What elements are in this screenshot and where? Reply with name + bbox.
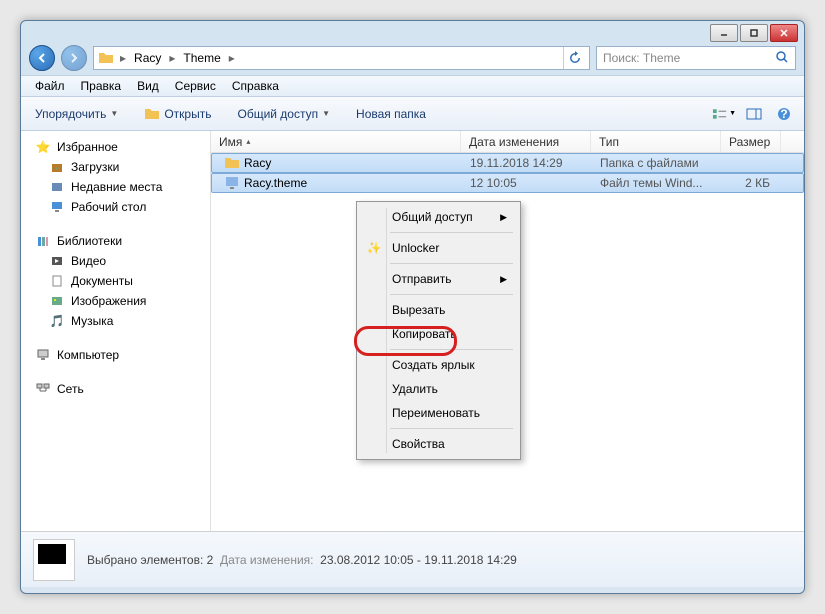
chevron-right-icon: ▸ [167, 51, 177, 65]
document-icon [49, 273, 65, 289]
context-delete[interactable]: Удалить [360, 377, 517, 401]
sidebar-computer[interactable]: Компьютер [21, 345, 210, 365]
menu-separator [390, 263, 513, 264]
menu-service[interactable]: Сервис [167, 77, 224, 95]
download-icon [49, 159, 65, 175]
breadcrumb: Racy ▸ Theme ▸ [128, 49, 237, 67]
share-button[interactable]: Общий доступ▼ [231, 104, 336, 124]
menu-separator [390, 294, 513, 295]
menu-bar: Файл Правка Вид Сервис Справка [21, 75, 804, 97]
sidebar-libraries[interactable]: Библиотеки [21, 231, 210, 251]
help-button[interactable]: ? [772, 104, 796, 124]
chevron-right-icon: ▸ [227, 51, 237, 65]
library-icon [35, 233, 51, 249]
sidebar-music[interactable]: 🎵Музыка [21, 311, 210, 331]
sidebar-video[interactable]: Видео [21, 251, 210, 271]
sidebar-pictures[interactable]: Изображения [21, 291, 210, 311]
file-row[interactable]: Racy.theme 12 10:05 Файл темы Wind... 2 … [211, 173, 804, 193]
sort-indicator-icon: ▴ [246, 137, 250, 146]
file-row[interactable]: Racy 19.11.2018 14:29 Папка с файлами [211, 153, 804, 173]
maximize-button[interactable] [740, 24, 768, 42]
breadcrumb-theme[interactable]: Theme [177, 49, 226, 67]
context-copy[interactable]: Копировать [360, 322, 517, 346]
column-date[interactable]: Дата изменения [461, 131, 591, 152]
minimize-button[interactable] [710, 24, 738, 42]
context-properties[interactable]: Свойства [360, 432, 517, 456]
search-input[interactable]: Поиск: Theme [596, 46, 796, 70]
desktop-icon [49, 199, 65, 215]
menu-edit[interactable]: Правка [73, 77, 130, 95]
context-cut[interactable]: Вырезать [360, 298, 517, 322]
recent-icon [49, 179, 65, 195]
search-icon [775, 50, 789, 67]
sidebar-recent[interactable]: Недавние места [21, 177, 210, 197]
folder-icon [224, 155, 240, 171]
navigation-pane: ⭐Избранное Загрузки Недавние места Рабоч… [21, 131, 211, 531]
menu-separator [390, 428, 513, 429]
explorer-window: ▸ Racy ▸ Theme ▸ Поиск: Theme Файл Правк… [20, 20, 805, 594]
picture-icon [49, 293, 65, 309]
menu-file[interactable]: Файл [27, 77, 73, 95]
forward-button[interactable] [61, 45, 87, 71]
menu-help[interactable]: Справка [224, 77, 287, 95]
menu-separator [390, 232, 513, 233]
chevron-right-icon: ▸ [118, 51, 128, 65]
sidebar-desktop[interactable]: Рабочий стол [21, 197, 210, 217]
folder-icon [98, 50, 114, 66]
context-send[interactable]: Отправить▶ [360, 267, 517, 291]
status-text: Выбрано элементов: 2 Дата изменения: 23.… [87, 553, 517, 567]
menu-view[interactable]: Вид [129, 77, 167, 95]
context-shortcut[interactable]: Создать ярлык [360, 353, 517, 377]
computer-icon [35, 347, 51, 363]
refresh-button[interactable] [563, 47, 585, 69]
video-icon [49, 253, 65, 269]
back-button[interactable] [29, 45, 55, 71]
context-unlocker[interactable]: ✨Unlocker [360, 236, 517, 260]
context-share[interactable]: Общий доступ▶ [360, 205, 517, 229]
column-name[interactable]: Имя▴ [211, 131, 461, 152]
submenu-arrow-icon: ▶ [500, 274, 507, 285]
preview-pane-button[interactable] [742, 104, 766, 124]
organize-button[interactable]: Упорядочить▼ [29, 104, 124, 124]
sidebar-documents[interactable]: Документы [21, 271, 210, 291]
breadcrumb-racy[interactable]: Racy [128, 49, 167, 67]
status-bar: Выбрано элементов: 2 Дата изменения: 23.… [21, 531, 804, 587]
search-placeholder: Поиск: Theme [603, 51, 680, 65]
theme-file-icon [224, 175, 240, 191]
toolbar: Упорядочить▼ Открыть Общий доступ▼ Новая… [21, 97, 804, 131]
title-bar [21, 21, 804, 41]
nav-bar: ▸ Racy ▸ Theme ▸ Поиск: Theme [21, 41, 804, 75]
context-rename[interactable]: Переименовать [360, 401, 517, 425]
wand-icon: ✨ [366, 240, 382, 256]
status-thumbnail [33, 539, 75, 581]
svg-text:?: ? [780, 107, 787, 121]
column-size[interactable]: Размер [721, 131, 781, 152]
network-icon [35, 381, 51, 397]
star-icon: ⭐ [35, 139, 51, 155]
column-headers: Имя▴ Дата изменения Тип Размер [211, 131, 804, 153]
close-button[interactable] [770, 24, 798, 42]
music-icon: 🎵 [49, 313, 65, 329]
submenu-arrow-icon: ▶ [500, 212, 507, 223]
open-button[interactable]: Открыть [138, 103, 217, 125]
sidebar-downloads[interactable]: Загрузки [21, 157, 210, 177]
view-options-button[interactable]: ▼ [712, 104, 736, 124]
sidebar-favorites[interactable]: ⭐Избранное [21, 137, 210, 157]
address-bar[interactable]: ▸ Racy ▸ Theme ▸ [93, 46, 590, 70]
new-folder-button[interactable]: Новая папка [350, 104, 432, 124]
menu-separator [390, 349, 513, 350]
sidebar-network[interactable]: Сеть [21, 379, 210, 399]
folder-open-icon [144, 106, 160, 122]
column-type[interactable]: Тип [591, 131, 721, 152]
context-menu: Общий доступ▶ ✨Unlocker Отправить▶ Вырез… [356, 201, 521, 460]
